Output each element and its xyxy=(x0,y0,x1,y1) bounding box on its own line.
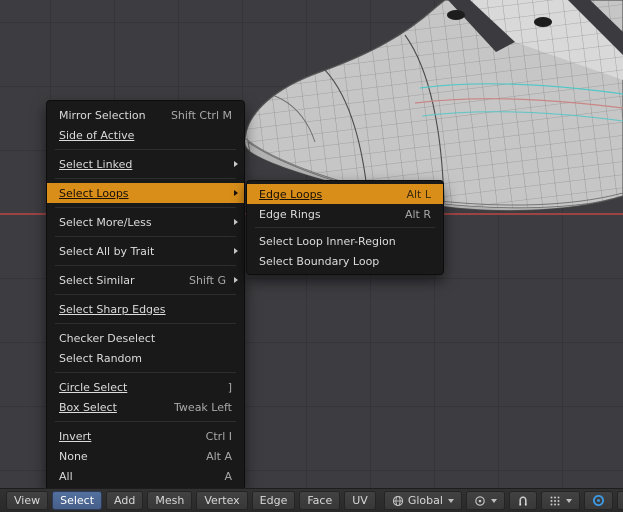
snap-element-dropdown[interactable] xyxy=(540,491,580,510)
header-menu-add[interactable]: Add xyxy=(106,491,144,510)
header-menu-edge[interactable]: Edge xyxy=(251,491,296,510)
proportional-editing-icon xyxy=(592,494,605,507)
header-menu-mesh[interactable]: Mesh xyxy=(147,491,193,510)
menu-item-circle-select[interactable]: Circle Select ] xyxy=(47,377,244,397)
header-menu-view[interactable]: View xyxy=(6,491,49,510)
menu-button-label: Vertex xyxy=(204,494,240,507)
menu-item-label: Select Loop Inner-Region xyxy=(259,234,396,248)
menu-item-shortcut: Shift Ctrl M xyxy=(170,108,232,122)
menu-separator xyxy=(255,227,435,228)
menu-item-label: All xyxy=(59,469,73,483)
menu-button-label: View xyxy=(14,494,41,507)
menu-item-mirror-selection[interactable]: Mirror Selection Shift Ctrl M xyxy=(47,105,244,125)
menu-item-select-linked[interactable]: Select Linked xyxy=(47,154,244,174)
proportional-editing-toggle[interactable] xyxy=(583,491,613,510)
menu-item-label: Select Linked xyxy=(59,157,133,171)
menu-item-label: Edge Rings xyxy=(259,207,321,221)
menu-separator xyxy=(55,149,236,150)
menu-item-label: Select Random xyxy=(59,351,142,365)
menu-item-select-boundary-loop[interactable]: Select Boundary Loop xyxy=(247,251,443,271)
menu-item-all[interactable]: All A xyxy=(47,466,244,486)
menu-separator xyxy=(55,265,236,266)
menu-button-label: Add xyxy=(114,494,136,507)
menu-item-select-loop-inner-region[interactable]: Select Loop Inner-Region xyxy=(247,231,443,251)
menu-item-select-all-by-trait[interactable]: Select All by Trait xyxy=(47,241,244,261)
menu-item-label: Edge Loops xyxy=(259,187,323,201)
select-menu: Mirror Selection Shift Ctrl M Side of Ac… xyxy=(46,100,245,491)
menu-item-label: Invert xyxy=(59,429,92,443)
menu-item-label: Checker Deselect xyxy=(59,331,156,345)
menu-item-invert[interactable]: Invert Ctrl I xyxy=(47,426,244,446)
menu-button-label: UV xyxy=(352,494,368,507)
header-menu-face[interactable]: Face xyxy=(299,491,341,510)
menu-button-label: Face xyxy=(307,494,333,507)
submenu-arrow-icon xyxy=(234,248,238,254)
menu-item-label: Mirror Selection xyxy=(59,108,146,122)
submenu-arrow-icon xyxy=(234,277,238,283)
menu-item-label: None xyxy=(59,449,88,463)
globe-icon xyxy=(392,495,404,507)
menu-item-label: Select Loops xyxy=(59,186,129,200)
menu-item-shortcut: Tweak Left xyxy=(174,400,232,414)
viewport-header: View Select Add Mesh Vertex Edge Face UV… xyxy=(0,488,623,512)
menu-item-checker-deselect[interactable]: Checker Deselect xyxy=(47,328,244,348)
menu-item-select-similar[interactable]: Select Similar Shift G xyxy=(47,270,244,290)
snap-grid-icon xyxy=(549,495,561,507)
menu-item-label: Select All by Trait xyxy=(59,244,155,258)
menu-item-shortcut: ] xyxy=(227,380,232,394)
menu-item-label: Select More/Less xyxy=(59,215,152,229)
menu-separator xyxy=(55,236,236,237)
menu-button-label: Select xyxy=(60,494,95,507)
menu-separator xyxy=(55,372,236,373)
menu-item-select-sharp-edges[interactable]: Select Sharp Edges xyxy=(47,299,244,319)
snap-toggle-button[interactable] xyxy=(508,491,537,510)
menu-button-label: Mesh xyxy=(155,494,185,507)
menu-item-select-random[interactable]: Select Random xyxy=(47,348,244,368)
menu-item-select-loops[interactable]: Select Loops xyxy=(47,183,244,203)
chevron-down-icon xyxy=(447,498,454,503)
menu-item-label: Select Boundary Loop xyxy=(259,254,380,268)
pivot-point-icon xyxy=(474,495,486,507)
menu-separator xyxy=(55,323,236,324)
menu-item-shortcut: Shift G xyxy=(188,273,226,287)
menu-item-label: Side of Active xyxy=(59,128,135,142)
submenu-arrow-icon xyxy=(234,190,238,196)
menu-item-label: Circle Select xyxy=(59,380,128,394)
menu-separator xyxy=(55,178,236,179)
menu-item-select-more-less[interactable]: Select More/Less xyxy=(47,212,244,232)
transform-orientation-dropdown[interactable]: Global xyxy=(383,491,462,510)
menu-button-label: Edge xyxy=(259,494,288,507)
menu-item-shortcut: Alt L xyxy=(406,187,431,201)
menu-item-none[interactable]: None Alt A xyxy=(47,446,244,466)
menu-item-side-of-active[interactable]: Side of Active xyxy=(47,125,244,145)
menu-item-shortcut: Ctrl I xyxy=(205,429,232,443)
menu-separator xyxy=(55,421,236,422)
menu-item-label: Select Similar xyxy=(59,273,135,287)
menu-item-label: Box Select xyxy=(59,400,117,414)
header-menu-uv[interactable]: UV xyxy=(344,491,376,510)
menu-item-box-select[interactable]: Box Select Tweak Left xyxy=(47,397,244,417)
select-loops-submenu: Edge Loops Alt L Edge Rings Alt R Select… xyxy=(246,180,444,275)
falloff-dropdown[interactable] xyxy=(616,491,623,510)
header-menu-vertex[interactable]: Vertex xyxy=(196,491,248,510)
menu-item-label: Select Sharp Edges xyxy=(59,302,166,316)
menu-separator xyxy=(55,294,236,295)
menu-item-edge-rings[interactable]: Edge Rings Alt R xyxy=(247,204,443,224)
menu-item-shortcut: Alt R xyxy=(404,207,431,221)
chevron-down-icon xyxy=(565,498,572,503)
magnet-icon xyxy=(517,495,529,507)
chevron-down-icon xyxy=(490,498,497,503)
submenu-arrow-icon xyxy=(234,161,238,167)
menu-item-shortcut: A xyxy=(224,469,232,483)
menu-item-edge-loops[interactable]: Edge Loops Alt L xyxy=(247,184,443,204)
menu-item-shortcut: Alt A xyxy=(206,449,232,463)
submenu-arrow-icon xyxy=(234,219,238,225)
pivot-point-dropdown[interactable] xyxy=(465,491,505,510)
header-menu-select[interactable]: Select xyxy=(52,491,103,510)
orientation-label: Global xyxy=(407,494,443,507)
menu-separator xyxy=(55,207,236,208)
viewport-3d[interactable]: Mirror Selection Shift Ctrl M Side of Ac… xyxy=(0,0,623,491)
